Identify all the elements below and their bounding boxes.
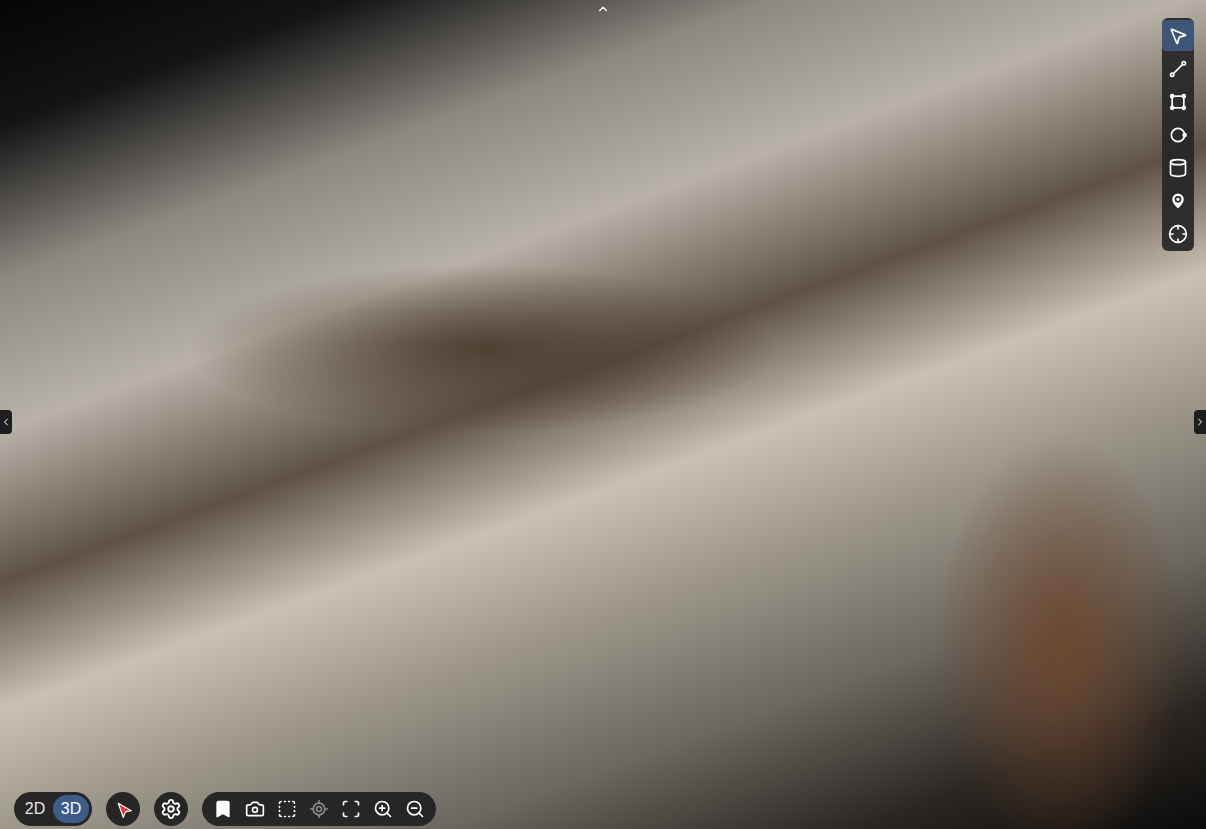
circle-icon [1168,125,1188,145]
gear-icon [160,798,182,820]
collapse-top[interactable] [596,2,610,16]
view-tool-button[interactable] [306,796,332,822]
chevron-up-icon [596,2,610,16]
view-mode-toggle: 2D3D [14,792,92,826]
measure-tool-button[interactable] [1162,119,1194,150]
view-tool-button[interactable] [242,796,268,822]
zoom-out-icon [405,799,425,819]
left-panel-toggle[interactable] [0,410,12,434]
zoom-in-icon [373,799,393,819]
pin-icon [1168,191,1188,211]
pointer-icon [1168,26,1188,46]
measure-tool-button[interactable] [1162,185,1194,216]
measure-toolbar [1162,18,1194,251]
view-mode-button[interactable]: 3D [53,795,89,823]
area-icon [1168,92,1188,112]
view-tool-button[interactable] [338,796,364,822]
point-cloud-scene[interactable] [0,0,1206,829]
camera-icon [245,799,265,819]
compass-button[interactable] [106,792,140,826]
measure-tool-button[interactable] [1162,53,1194,84]
dashed-square-icon [277,799,297,819]
measure-tool-button[interactable] [1162,152,1194,183]
view-tools [202,792,436,826]
cylinder-icon [1168,158,1188,178]
distance-icon [1168,59,1188,79]
fit-view-icon [341,799,361,819]
bookmark-icon [213,799,233,819]
bottom-toolbar: 2D3D [14,792,436,826]
locate-icon [309,799,329,819]
measure-tool-button[interactable] [1162,86,1194,117]
viewer: 2D3D [0,0,1206,829]
view-tool-button[interactable] [210,796,236,822]
right-panel-toggle[interactable] [1194,410,1206,434]
settings-button[interactable] [154,792,188,826]
view-tool-button[interactable] [274,796,300,822]
view-tool-button[interactable] [370,796,396,822]
measure-tool-button[interactable] [1162,20,1194,51]
chevron-left-icon [0,416,12,428]
view-mode-button[interactable]: 2D [17,795,53,823]
measure-tool-button[interactable] [1162,218,1194,249]
chevron-right-icon [1194,416,1206,428]
compass-icon [110,796,135,821]
view-tool-button[interactable] [402,796,428,822]
crosshair-icon [1168,224,1188,244]
